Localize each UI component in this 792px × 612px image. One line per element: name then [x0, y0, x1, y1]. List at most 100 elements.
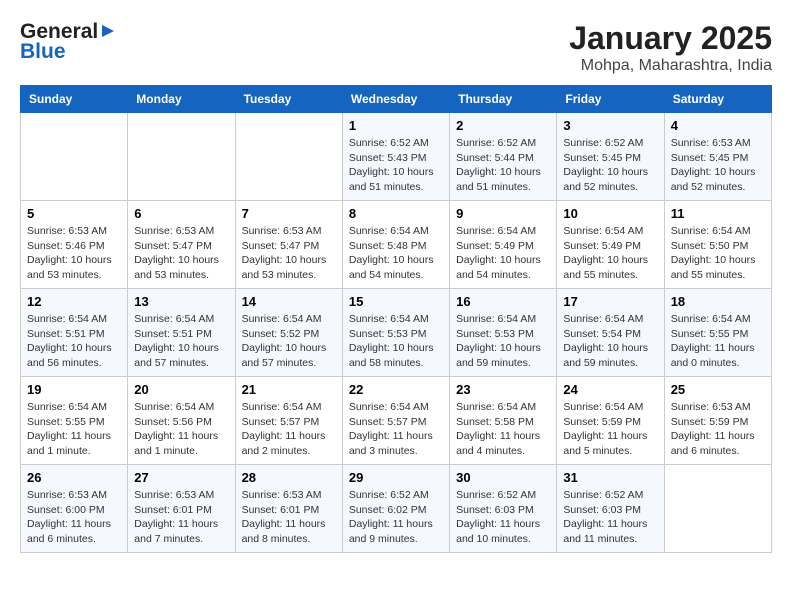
col-saturday: Saturday [664, 86, 771, 113]
table-row [664, 465, 771, 553]
table-row: 16 Sunrise: 6:54 AM Sunset: 5:53 PM Dayli… [450, 289, 557, 377]
col-wednesday: Wednesday [342, 86, 449, 113]
day-info: Sunrise: 6:53 AM Sunset: 6:01 PM Dayligh… [242, 488, 336, 547]
day-number: 21 [242, 382, 336, 397]
calendar-table: Sunday Monday Tuesday Wednesday Thursday… [20, 85, 772, 553]
day-info: Sunrise: 6:53 AM Sunset: 5:45 PM Dayligh… [671, 136, 765, 195]
day-info: Sunrise: 6:54 AM Sunset: 5:59 PM Dayligh… [563, 400, 657, 459]
day-info: Sunrise: 6:54 AM Sunset: 5:51 PM Dayligh… [27, 312, 121, 371]
day-number: 1 [349, 118, 443, 133]
day-info: Sunrise: 6:54 AM Sunset: 5:57 PM Dayligh… [349, 400, 443, 459]
col-tuesday: Tuesday [235, 86, 342, 113]
table-row: 1 Sunrise: 6:52 AM Sunset: 5:43 PM Daylig… [342, 113, 449, 201]
day-info: Sunrise: 6:54 AM Sunset: 5:49 PM Dayligh… [456, 224, 550, 283]
day-number: 6 [134, 206, 228, 221]
day-info: Sunrise: 6:54 AM Sunset: 5:48 PM Dayligh… [349, 224, 443, 283]
table-row: 28Sunrise: 6:53 AM Sunset: 6:01 PM Dayli… [235, 465, 342, 553]
table-row [235, 113, 342, 201]
table-row: 10 Sunrise: 6:54 AM Sunset: 5:49 PM Dayli… [557, 201, 664, 289]
table-row: 27 Sunrise: 6:53 AM Sunset: 6:01 PM Dayli… [128, 465, 235, 553]
day-number: 7 [242, 206, 336, 221]
table-row: 31Sunrise: 6:52 AM Sunset: 6:03 PM Dayli… [557, 465, 664, 553]
day-info: Sunrise: 6:53 AM Sunset: 6:00 PM Dayligh… [27, 488, 121, 547]
location: Mohpa, Maharashtra, India [569, 57, 772, 75]
table-row: 23 Sunrise: 6:54 AM Sunset: 5:58 PM Dayli… [450, 377, 557, 465]
calendar-week-row: 19 Sunrise: 6:54 AM Sunset: 5:55 PM Dayli… [21, 377, 772, 465]
day-number: 14 [242, 294, 336, 309]
table-row [128, 113, 235, 201]
day-number: 20 [134, 382, 228, 397]
logo: General Blue [20, 20, 110, 64]
day-number: 2 [456, 118, 550, 133]
table-row: 30Sunrise: 6:52 AM Sunset: 6:03 PM Dayli… [450, 465, 557, 553]
table-row: 20 Sunrise: 6:54 AM Sunset: 5:56 PM Dayli… [128, 377, 235, 465]
page-header: General Blue January 2025 Mohpa, Maharas… [20, 20, 772, 75]
day-info: Sunrise: 6:53 AM Sunset: 5:59 PM Dayligh… [671, 400, 765, 459]
day-info: Sunrise: 6:54 AM Sunset: 5:51 PM Dayligh… [134, 312, 228, 371]
day-number: 8 [349, 206, 443, 221]
table-row: 3 Sunrise: 6:52 AM Sunset: 5:45 PM Daylig… [557, 113, 664, 201]
day-info: Sunrise: 6:54 AM Sunset: 5:54 PM Dayligh… [563, 312, 657, 371]
table-row [21, 113, 128, 201]
day-number: 13 [134, 294, 228, 309]
day-number: 29 [349, 470, 443, 485]
day-info: Sunrise: 6:53 AM Sunset: 5:46 PM Dayligh… [27, 224, 121, 283]
day-number: 11 [671, 206, 765, 221]
day-info: Sunrise: 6:54 AM Sunset: 5:56 PM Dayligh… [134, 400, 228, 459]
day-number: 25 [671, 382, 765, 397]
calendar-week-row: 1 Sunrise: 6:52 AM Sunset: 5:43 PM Daylig… [21, 113, 772, 201]
table-row: 26Sunrise: 6:53 AM Sunset: 6:00 PM Dayli… [21, 465, 128, 553]
table-row: 12Sunrise: 6:54 AM Sunset: 5:51 PM Dayli… [21, 289, 128, 377]
day-number: 16 [456, 294, 550, 309]
day-number: 19 [27, 382, 121, 397]
day-info: Sunrise: 6:54 AM Sunset: 5:52 PM Dayligh… [242, 312, 336, 371]
day-number: 3 [563, 118, 657, 133]
day-info: Sunrise: 6:54 AM Sunset: 5:53 PM Dayligh… [349, 312, 443, 371]
day-number: 17 [563, 294, 657, 309]
day-info: Sunrise: 6:52 AM Sunset: 5:45 PM Dayligh… [563, 136, 657, 195]
day-number: 5 [27, 206, 121, 221]
table-row: 4 Sunrise: 6:53 AM Sunset: 5:45 PM Daylig… [664, 113, 771, 201]
logo-arrow-icon [100, 23, 116, 44]
day-info: Sunrise: 6:52 AM Sunset: 5:43 PM Dayligh… [349, 136, 443, 195]
day-number: 18 [671, 294, 765, 309]
day-number: 23 [456, 382, 550, 397]
col-friday: Friday [557, 86, 664, 113]
table-row: 24 Sunrise: 6:54 AM Sunset: 5:59 PM Dayli… [557, 377, 664, 465]
calendar-week-row: 5 Sunrise: 6:53 AM Sunset: 5:46 PM Daylig… [21, 201, 772, 289]
day-number: 15 [349, 294, 443, 309]
day-info: Sunrise: 6:52 AM Sunset: 6:03 PM Dayligh… [563, 488, 657, 547]
table-row: 29Sunrise: 6:52 AM Sunset: 6:02 PM Dayli… [342, 465, 449, 553]
day-info: Sunrise: 6:52 AM Sunset: 6:03 PM Dayligh… [456, 488, 550, 547]
day-info: Sunrise: 6:54 AM Sunset: 5:55 PM Dayligh… [27, 400, 121, 459]
col-monday: Monday [128, 86, 235, 113]
col-thursday: Thursday [450, 86, 557, 113]
day-info: Sunrise: 6:54 AM Sunset: 5:55 PM Dayligh… [671, 312, 765, 371]
day-info: Sunrise: 6:53 AM Sunset: 6:01 PM Dayligh… [134, 488, 228, 547]
day-info: Sunrise: 6:53 AM Sunset: 5:47 PM Dayligh… [242, 224, 336, 283]
day-number: 22 [349, 382, 443, 397]
calendar-week-row: 26Sunrise: 6:53 AM Sunset: 6:00 PM Dayli… [21, 465, 772, 553]
table-row: 19 Sunrise: 6:54 AM Sunset: 5:55 PM Dayli… [21, 377, 128, 465]
table-row: 8 Sunrise: 6:54 AM Sunset: 5:48 PM Daylig… [342, 201, 449, 289]
day-info: Sunrise: 6:54 AM Sunset: 5:50 PM Dayligh… [671, 224, 765, 283]
day-info: Sunrise: 6:54 AM Sunset: 5:53 PM Dayligh… [456, 312, 550, 371]
table-row: 14 Sunrise: 6:54 AM Sunset: 5:52 PM Dayli… [235, 289, 342, 377]
table-row: 22 Sunrise: 6:54 AM Sunset: 5:57 PM Dayli… [342, 377, 449, 465]
day-info: Sunrise: 6:52 AM Sunset: 5:44 PM Dayligh… [456, 136, 550, 195]
table-row: 21 Sunrise: 6:54 AM Sunset: 5:57 PM Dayli… [235, 377, 342, 465]
day-info: Sunrise: 6:54 AM Sunset: 5:49 PM Dayligh… [563, 224, 657, 283]
day-info: Sunrise: 6:53 AM Sunset: 5:47 PM Dayligh… [134, 224, 228, 283]
day-info: Sunrise: 6:54 AM Sunset: 5:57 PM Dayligh… [242, 400, 336, 459]
day-info: Sunrise: 6:54 AM Sunset: 5:58 PM Dayligh… [456, 400, 550, 459]
table-row: 6 Sunrise: 6:53 AM Sunset: 5:47 PM Daylig… [128, 201, 235, 289]
day-number: 24 [563, 382, 657, 397]
day-number: 4 [671, 118, 765, 133]
day-number: 9 [456, 206, 550, 221]
day-number: 27 [134, 470, 228, 485]
table-row: 7 Sunrise: 6:53 AM Sunset: 5:47 PM Daylig… [235, 201, 342, 289]
table-row: 18 Sunrise: 6:54 AM Sunset: 5:55 PM Dayli… [664, 289, 771, 377]
table-row: 2 Sunrise: 6:52 AM Sunset: 5:44 PM Daylig… [450, 113, 557, 201]
day-number: 10 [563, 206, 657, 221]
table-row: 17 Sunrise: 6:54 AM Sunset: 5:54 PM Dayli… [557, 289, 664, 377]
